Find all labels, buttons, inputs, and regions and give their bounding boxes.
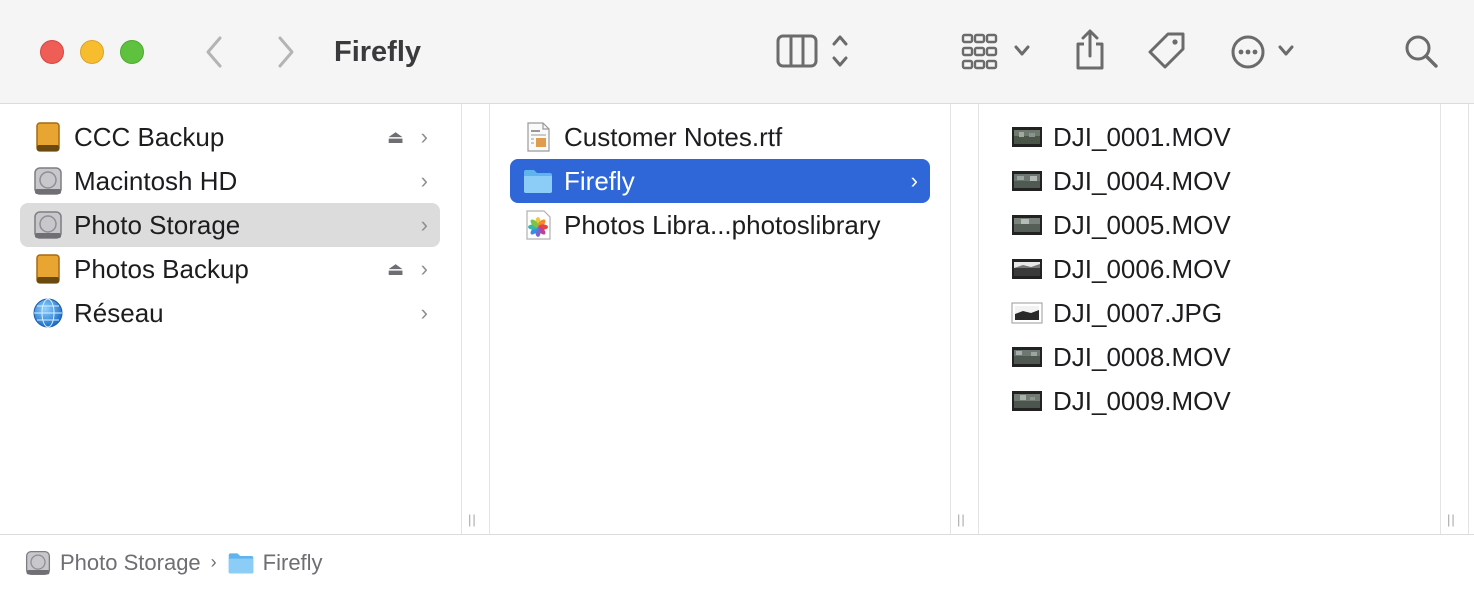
file-name: DJI_0004.MOV [1053,166,1231,196]
folder-column: Customer Notes.rtf Firefly › Photos Libr… [490,104,950,534]
group-grid-icon[interactable] [960,32,1036,72]
path-bar: Photo Storage › Firefly [0,534,1474,590]
sidebar-item-ccc-backup[interactable]: CCC Backup ⏏ › [20,115,440,159]
internal-drive-icon [32,165,64,197]
chevron-right-icon: › [420,300,428,325]
file-row-dji-0001[interactable]: DJI_0001.MOV [999,115,1419,159]
chevron-right-icon: › [420,212,428,237]
eject-icon[interactable]: ⏏ [387,247,404,291]
chevron-right-icon: › [420,256,428,281]
external-drive-icon [32,253,64,285]
path-segment-label: Photo Storage [60,549,201,575]
column-divider [461,104,462,534]
file-name: DJI_0005.MOV [1053,210,1231,240]
file-row-dji-0004[interactable]: DJI_0004.MOV [999,159,1419,203]
file-name: Photos Libra...photoslibrary [564,210,881,240]
chevron-right-icon[interactable] [272,34,300,70]
video-thumbnail-icon [1011,121,1043,153]
ellipsis-circle-icon[interactable] [1230,32,1300,72]
firefly-contents-column: DJI_0001.MOV DJI_0004.MOV DJI_0005.MOV D… [979,104,1440,534]
chevron-right-icon: › [910,168,918,193]
locations-column: CCC Backup ⏏ › Macintosh HD › Photo Stor… [0,104,461,534]
external-drive-icon [32,121,64,153]
file-row-dji-0008[interactable]: DJI_0008.MOV [999,335,1419,379]
sidebar-item-label: Photo Storage [74,210,241,240]
chevron-right-icon: › [210,552,217,572]
sidebar-item-label: CCC Backup [74,122,225,152]
finder-window: Firefly CCC Backup ⏏ › Macintosh HD › Ph… [0,0,1474,590]
file-name: DJI_0008.MOV [1053,342,1231,372]
sidebar-item-photos-backup[interactable]: Photos Backup ⏏ › [20,247,440,291]
column-resize-handle[interactable]: || [468,512,477,527]
rtf-document-icon [522,121,554,153]
video-thumbnail-icon [1011,165,1043,197]
column-resize-handle[interactable]: || [1447,512,1456,527]
window-title: Firefly [334,36,422,68]
column-view-icon[interactable] [776,32,856,72]
internal-drive-icon [32,209,64,241]
tag-icon[interactable] [1146,30,1188,72]
folder-icon [227,549,255,577]
path-segment-label: Firefly [262,549,323,575]
photos-library-icon [522,209,554,241]
internal-drive-icon [24,549,52,577]
chevron-left-icon[interactable] [200,34,228,70]
path-segment-firefly[interactable]: Firefly [227,549,323,577]
image-thumbnail-icon [1011,297,1043,329]
file-name: DJI_0007.JPG [1053,298,1223,328]
video-thumbnail-icon [1011,341,1043,373]
path-segment-photo-storage[interactable]: Photo Storage [24,549,201,577]
chevron-right-icon: › [420,124,428,149]
file-name: Firefly [564,166,635,196]
close-button[interactable] [40,40,64,64]
minimize-button[interactable] [80,40,104,64]
chevron-right-icon: › [420,168,428,193]
zoom-button[interactable] [120,40,144,64]
column-divider [1468,104,1469,534]
sidebar-item-label: Réseau [74,298,164,328]
sidebar-item-label: Macintosh HD [74,166,238,196]
sidebar-item-photo-storage[interactable]: Photo Storage › [20,203,440,247]
sidebar-item-reseau[interactable]: Réseau › [20,291,440,335]
video-thumbnail-icon [1011,385,1043,417]
file-row-dji-0009[interactable]: DJI_0009.MOV [999,379,1419,423]
column-divider [1440,104,1441,534]
sidebar-item-label: Photos Backup [74,254,249,284]
file-row-dji-0007[interactable]: DJI_0007.JPG [999,291,1419,335]
folder-icon [522,165,554,197]
file-name: DJI_0006.MOV [1053,254,1231,284]
search-icon[interactable] [1402,32,1442,72]
network-globe-icon [32,297,64,329]
file-name: DJI_0009.MOV [1053,386,1231,416]
sidebar-item-macintosh-hd[interactable]: Macintosh HD › [20,159,440,203]
video-thumbnail-icon [1011,253,1043,285]
toolbar: Firefly [0,0,1474,104]
file-name: Customer Notes.rtf [564,122,783,152]
share-icon[interactable] [1072,28,1108,72]
file-row-firefly[interactable]: Firefly › [510,159,930,203]
column-divider [950,104,951,534]
file-row-photos-library[interactable]: Photos Libra...photoslibrary [510,203,930,247]
file-row-customer-notes[interactable]: Customer Notes.rtf [510,115,930,159]
file-row-dji-0005[interactable]: DJI_0005.MOV [999,203,1419,247]
file-row-dji-0006[interactable]: DJI_0006.MOV [999,247,1419,291]
video-thumbnail-icon [1011,209,1043,241]
column-resize-handle[interactable]: || [957,512,966,527]
file-name: DJI_0001.MOV [1053,122,1231,152]
eject-icon[interactable]: ⏏ [387,115,404,159]
